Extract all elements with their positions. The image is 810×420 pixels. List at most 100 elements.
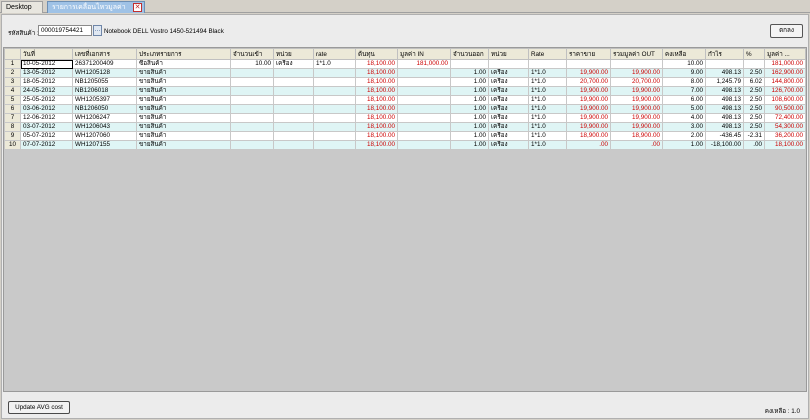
table-cell[interactable]: 25-05-2012	[20, 95, 73, 105]
table-cell[interactable]: 72,400.00	[764, 113, 806, 123]
tab-value-movement[interactable]: รายการเคลื่อนไหวมูลค่าสินค้า ✕	[47, 1, 145, 22]
column-header[interactable]: Rate	[528, 48, 567, 60]
table-cell[interactable]	[230, 122, 274, 132]
table-row[interactable]: 5 25-05-2012 WH1205397 ขายสินค้า 18,100.00 1.…	[4, 95, 806, 105]
table-cell[interactable]: 498.13	[705, 113, 744, 123]
table-cell[interactable]: เครื่อง	[488, 122, 529, 132]
table-cell[interactable]: 21	[805, 122, 806, 132]
table-cell[interactable]: ขายสินค้า	[136, 86, 231, 96]
column-header[interactable]: เลขที่เอกสาร	[72, 48, 137, 60]
table-cell[interactable]: 21	[805, 131, 806, 141]
table-cell[interactable]: 1*1.0	[528, 68, 567, 78]
table-cell[interactable]: เครื่อง	[488, 95, 529, 105]
row-number[interactable]: 6	[4, 104, 21, 114]
table-cell[interactable]: 2.50	[743, 122, 765, 132]
column-header[interactable]: จำนวนเข้า	[230, 48, 274, 60]
column-header[interactable]: จำนวนออก	[450, 48, 489, 60]
table-cell[interactable]: เครื่อง	[273, 59, 314, 69]
table-cell[interactable]: 21	[805, 95, 806, 105]
table-cell[interactable]: 21	[805, 140, 806, 150]
table-cell[interactable]	[273, 140, 314, 150]
table-cell[interactable]	[397, 77, 451, 87]
table-cell[interactable]: 19,900.00	[610, 86, 663, 96]
table-cell[interactable]: เครื่อง	[488, 140, 529, 150]
table-cell[interactable]: 1.00	[450, 113, 489, 123]
table-row[interactable]: 3 18-05-2012 NB1205055 ขายสินค้า 18,100.00 1.…	[4, 77, 806, 87]
table-cell[interactable]: 498.13	[705, 95, 744, 105]
table-row[interactable]: 4 24-05-2012 NB1206018 ขายสินค้า 18,100.00 1.…	[4, 86, 806, 96]
table-cell[interactable]: 181,000.00	[397, 59, 451, 69]
table-cell[interactable]: WH1207155	[72, 140, 137, 150]
table-cell[interactable]: 18,100.00	[355, 104, 398, 114]
row-number[interactable]: 4	[4, 86, 21, 96]
table-cell[interactable]: 19,900.00	[566, 86, 611, 96]
table-cell[interactable]: 1*1.0	[528, 86, 567, 96]
table-cell[interactable]: 19,900.00	[610, 122, 663, 132]
table-cell[interactable]	[230, 77, 274, 87]
table-cell[interactable]: 1*1.0	[528, 104, 567, 114]
table-cell[interactable]	[230, 68, 274, 78]
table-cell[interactable]	[313, 95, 356, 105]
table-cell[interactable]	[273, 122, 314, 132]
table-cell[interactable]: 498.13	[705, 122, 744, 132]
table-cell[interactable]: 7.00	[662, 86, 706, 96]
product-code-input[interactable]	[38, 25, 92, 36]
table-cell[interactable]	[397, 68, 451, 78]
row-number[interactable]: 8	[4, 122, 21, 132]
column-header[interactable]: ประเภทรายการ	[136, 48, 231, 60]
table-cell[interactable]: 19,900.00	[566, 122, 611, 132]
table-cell[interactable]: 12-06-2012	[20, 113, 73, 123]
table-cell[interactable]	[273, 131, 314, 141]
table-cell[interactable]: 54,300.00	[764, 122, 806, 132]
table-cell[interactable]: ขายสินค้า	[136, 131, 231, 141]
table-cell[interactable]	[313, 68, 356, 78]
table-cell[interactable]: 13-05-2012	[20, 68, 73, 78]
column-header[interactable]: หน่วย	[273, 48, 314, 60]
table-cell[interactable]: NB1205055	[72, 77, 137, 87]
table-cell[interactable]: .00	[566, 140, 611, 150]
table-cell[interactable]: WH1205397	[72, 95, 137, 105]
table-cell[interactable]: 8.00	[662, 77, 706, 87]
table-row[interactable]: 8 03-07-2012 WH1206043 ขายสินค้า 18,100.00 1.…	[4, 122, 806, 132]
column-header[interactable]: ต้นทุน	[355, 48, 398, 60]
table-cell[interactable]: WH1205128	[72, 68, 137, 78]
table-cell[interactable]: ขายสินค้า	[136, 140, 231, 150]
table-cell[interactable]: 1,245.79	[705, 77, 744, 87]
table-cell[interactable]: 108,600.00	[764, 95, 806, 105]
table-row[interactable]: 9 05-07-2012 WH1207060 ขายสินค้า 18,100.00 1.…	[4, 131, 806, 141]
table-cell[interactable]: 2.50	[743, 104, 765, 114]
table-cell[interactable]: 1*1.0	[528, 140, 567, 150]
table-cell[interactable]: 498.13	[705, 86, 744, 96]
table-cell[interactable]	[397, 140, 451, 150]
table-cell[interactable]	[313, 122, 356, 132]
row-number[interactable]: 1	[4, 59, 21, 69]
table-cell[interactable]	[566, 59, 611, 69]
close-icon[interactable]: ✕	[133, 3, 142, 12]
table-cell[interactable]: 2.50	[743, 68, 765, 78]
table-cell[interactable]: 1*1.0	[528, 77, 567, 87]
table-cell[interactable]: 1*1.0	[528, 113, 567, 123]
lookup-icon[interactable]: …	[93, 25, 102, 36]
table-cell[interactable]: เครื่อง	[488, 131, 529, 141]
table-cell[interactable]	[488, 59, 529, 69]
column-header[interactable]: รวมมูลค่า OUT	[610, 48, 663, 60]
table-cell[interactable]: 03-07-2012	[20, 122, 73, 132]
table-cell[interactable]: 4.00	[662, 113, 706, 123]
table-cell[interactable]	[230, 113, 274, 123]
table-row[interactable]: 6 03-06-2012 NB1206050 ขายสินค้า 18,100.00 1.…	[4, 104, 806, 114]
column-header[interactable]: มูลค่า IN	[397, 48, 451, 60]
row-number[interactable]: 2	[4, 68, 21, 78]
table-cell[interactable]: 18,100.00	[355, 95, 398, 105]
update-avg-cost-button[interactable]: Update AVG cost	[8, 401, 70, 414]
table-cell[interactable]: 498.13	[705, 68, 744, 78]
column-header[interactable]: กำไร	[705, 48, 744, 60]
movement-grid[interactable]: วันที่ เลขที่เอกสาร ประเภทรายการ จำนวนเข้าห…	[3, 47, 807, 392]
table-cell[interactable]: 1.00	[662, 140, 706, 150]
table-cell[interactable]: 2.50	[743, 86, 765, 96]
table-cell[interactable]: เครื่อง	[488, 104, 529, 114]
table-cell[interactable]: 6.00	[662, 95, 706, 105]
table-cell[interactable]: .00	[743, 140, 765, 150]
table-cell[interactable]: -18,100.00	[705, 140, 744, 150]
table-cell[interactable]: -436.45	[705, 131, 744, 141]
table-cell[interactable]: 1*1.0	[313, 59, 356, 69]
